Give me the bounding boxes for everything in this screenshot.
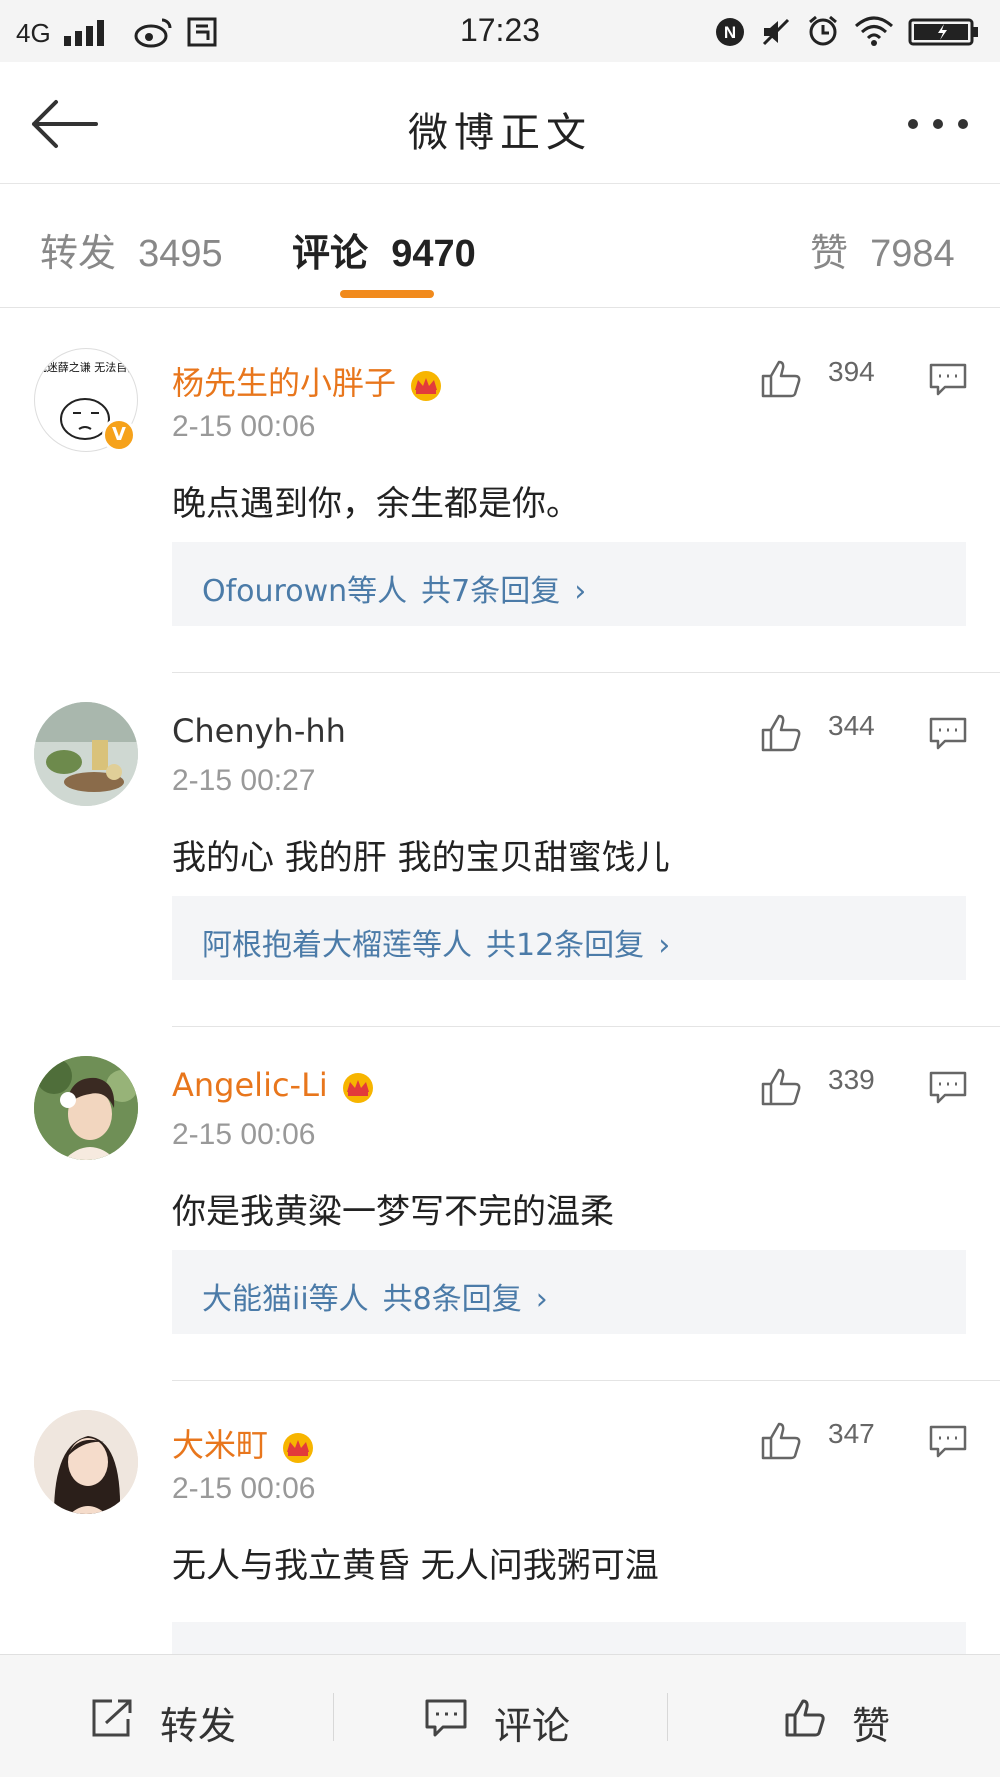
replies-box[interactable]: Ofourown等人 共7条回复 ›	[172, 542, 966, 626]
replies-count: 共8条回复	[382, 1282, 522, 1317]
nfc-icon: N	[716, 18, 744, 46]
username-text: Angelic-Li	[172, 1066, 328, 1104]
avatar[interactable]	[34, 1410, 138, 1514]
username[interactable]: Angelic-Li	[172, 1066, 378, 1104]
like-icon[interactable]	[760, 358, 802, 400]
like-count: 339	[828, 1064, 875, 1095]
mute-icon	[762, 18, 790, 46]
replies-users: 大能猫ii等人	[202, 1282, 369, 1317]
page-title: 微博正文	[408, 110, 592, 156]
vip-crown-icon	[411, 371, 442, 401]
reply-icon[interactable]	[928, 1424, 968, 1460]
tab-comments[interactable]: 评论 9470	[292, 222, 476, 277]
battery-icon	[908, 18, 978, 46]
repost-icon	[92, 1699, 132, 1737]
active-tab-indicator	[340, 290, 434, 298]
bottom-action-bar: 转发 评论 赞	[0, 1654, 1000, 1777]
comment-item: 大米町 2-15 00:06 347 无人与我立黄昏 无人问我粥可温	[0, 1380, 1000, 1654]
replies-box[interactable]: 大能猫ii等人 共8条回复 ›	[172, 1250, 966, 1334]
like-button[interactable]: 赞	[668, 1655, 1000, 1777]
avatar-caption: 沉迷薛之谦 无法自拔	[36, 360, 138, 374]
like-icon	[785, 1699, 825, 1737]
comment-button[interactable]: 评论	[334, 1655, 667, 1777]
reply-icon[interactable]	[928, 716, 968, 752]
divider	[172, 1026, 1000, 1027]
repost-button[interactable]: 转发	[0, 1655, 333, 1777]
clock: 17:23	[459, 12, 541, 48]
like-count: 394	[828, 356, 875, 387]
comment-text: 晚点遇到你，余生都是你。	[172, 484, 580, 524]
username[interactable]: 杨先生的小胖子	[172, 358, 446, 404]
like-count: 347	[828, 1418, 875, 1449]
verified-badge: V	[102, 418, 136, 452]
like-icon[interactable]	[760, 712, 802, 754]
username-text: Chenyh-hh	[172, 712, 346, 750]
chevron-right-icon: ›	[574, 574, 587, 609]
svg-text:N: N	[724, 23, 736, 42]
like-count: 344	[828, 710, 875, 741]
tab-comments-count: 9470	[391, 233, 476, 275]
comment-item: 沉迷薛之谦 无法自拔 V 杨先生的小胖子 2-15 00:06 394 晚点遇到…	[0, 318, 1000, 672]
vip-crown-icon	[283, 1433, 314, 1463]
like-label: 赞	[852, 1704, 891, 1748]
username-text: 杨先生的小胖子	[172, 364, 397, 402]
like-icon[interactable]	[760, 1420, 802, 1462]
tab-repost[interactable]: 转发 3495	[40, 222, 223, 277]
divider	[172, 672, 1000, 673]
vip-crown-icon	[342, 1073, 373, 1103]
repost-label: 转发	[160, 1704, 237, 1748]
reply-icon[interactable]	[928, 362, 968, 398]
tab-comments-label: 评论	[292, 231, 369, 275]
status-bar: 4G 17:23 N	[0, 0, 1000, 62]
username[interactable]: 大米町	[172, 1420, 318, 1466]
comment-time: 2-15 00:06	[172, 1118, 316, 1151]
tab-repost-count: 3495	[138, 233, 223, 275]
comment-text: 无人与我立黄昏 无人问我粥可温	[172, 1546, 659, 1586]
like-icon[interactable]	[760, 1066, 802, 1108]
comment-time: 2-15 00:06	[172, 1472, 316, 1505]
avatar[interactable]	[34, 1056, 138, 1160]
tab-repost-label: 转发	[40, 231, 117, 275]
replies-users: 阿根抱着大榴莲等人	[202, 928, 472, 963]
divider	[172, 1380, 1000, 1381]
comment-time: 2-15 00:06	[172, 410, 316, 443]
tab-likes-label: 赞	[810, 231, 849, 275]
more-icon[interactable]	[904, 114, 972, 134]
replies-box[interactable]: 阿根抱着大榴莲等人 共12条回复 ›	[172, 896, 966, 980]
comment-text: 我的心 我的肝 我的宝贝甜蜜饯儿	[172, 838, 670, 878]
wifi-icon	[855, 16, 893, 46]
username-text: 大米町	[172, 1426, 269, 1464]
comment-text: 你是我黄粱一梦写不完的温柔	[172, 1192, 614, 1232]
chevron-right-icon: ›	[658, 928, 671, 963]
tab-likes-count: 7984	[870, 233, 955, 275]
username[interactable]: Chenyh-hh	[172, 712, 346, 750]
replies-box[interactable]	[172, 1622, 966, 1654]
tab-bar: 转发 3495 评论 9470 赞 7984	[0, 184, 1000, 308]
avatar[interactable]	[34, 702, 138, 806]
comment-time: 2-15 00:27	[172, 764, 316, 797]
comment-item: Chenyh-hh 2-15 00:27 344 我的心 我的肝 我的宝贝甜蜜饯…	[0, 672, 1000, 1026]
replies-count: 共7条回复	[421, 574, 561, 609]
comment-icon	[425, 1699, 467, 1737]
alarm-icon	[809, 15, 837, 46]
comment-label: 评论	[494, 1704, 571, 1748]
comment-item: Angelic-Li 2-15 00:06 339 你是我黄粱一梦写不完的温柔 …	[0, 1026, 1000, 1380]
replies-count: 共12条回复	[486, 928, 645, 963]
reply-icon[interactable]	[928, 1070, 968, 1106]
chevron-right-icon: ›	[535, 1282, 548, 1317]
replies-users: Ofourown等人	[202, 574, 408, 609]
navigation-bar: 微博正文	[0, 62, 1000, 184]
tab-likes[interactable]: 赞 7984	[810, 222, 955, 277]
